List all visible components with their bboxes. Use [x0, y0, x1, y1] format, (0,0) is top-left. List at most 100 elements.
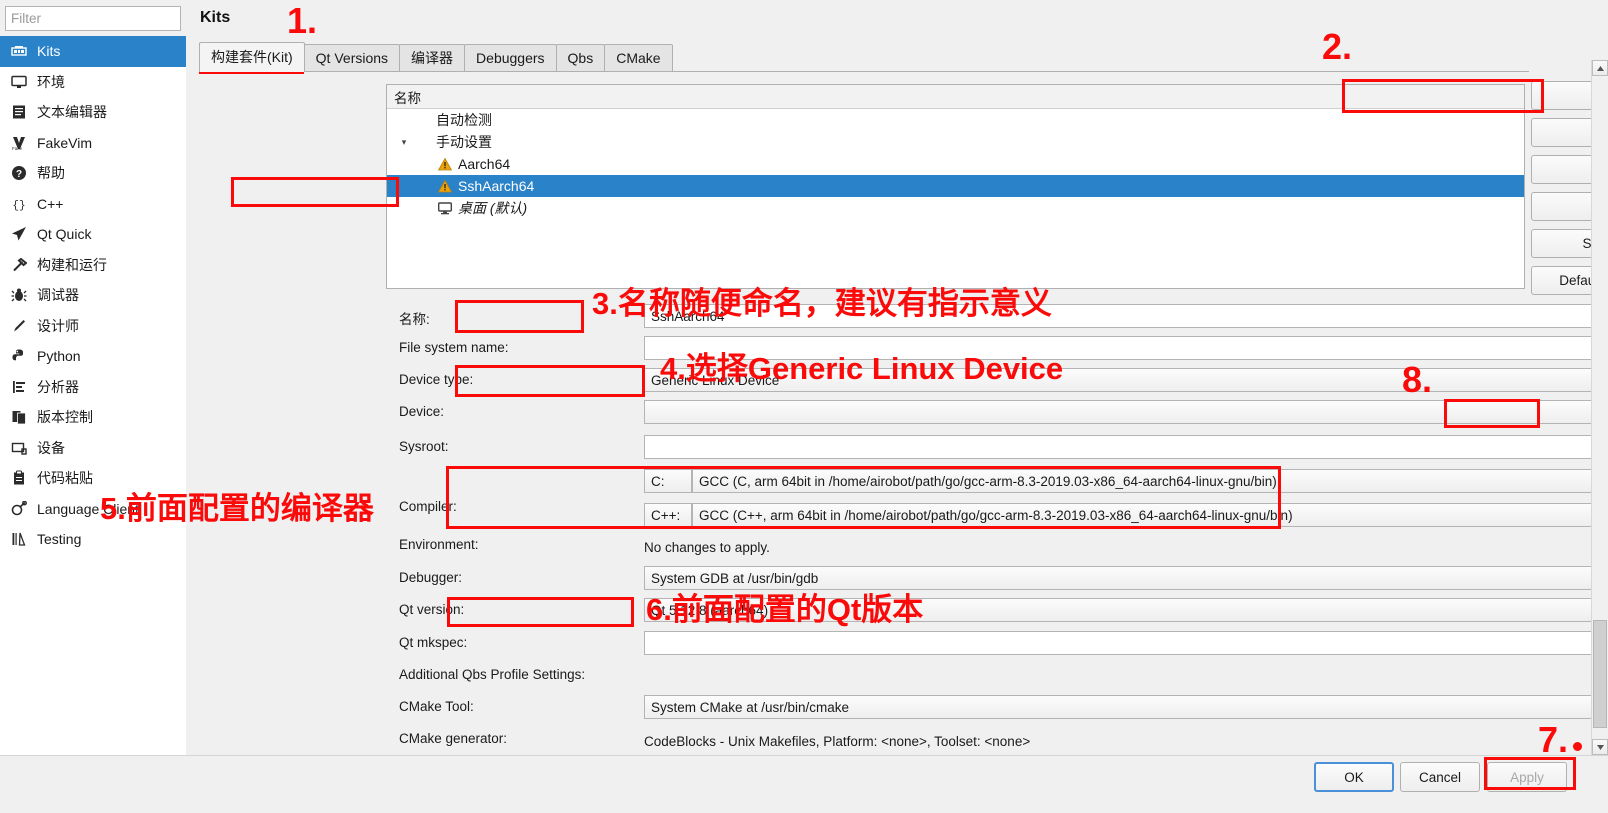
kits-settings-dialog: Kits 环境文本编辑器 Fake FakeVim ? 帮助 {} C++ Qt Quick 构建… — [0, 0, 1608, 813]
tree-expander[interactable]: ▾ — [395, 137, 413, 148]
debugger-combo[interactable]: System GDB at /usr/bin/gdb — [644, 566, 1608, 590]
tree-row[interactable]: Aarch64 — [387, 153, 1524, 175]
sidebar-item-label: FakeVim — [37, 134, 92, 151]
tree-row[interactable]: 桌面 (默认) — [387, 197, 1524, 219]
kits-tree[interactable]: 名称 自动检测 ▾ 手动设置 Aarch64 SshAarch64 桌面 (默认) — [386, 84, 1525, 289]
sidebar-item-[interactable]: 分析器 — [0, 372, 186, 403]
sidebar-item-[interactable]: 设计师 — [0, 311, 186, 342]
sidebar-item-[interactable]: 设备 — [0, 433, 186, 464]
analyzer-icon — [9, 377, 28, 396]
python-icon — [9, 347, 28, 366]
dialog-scrollbar[interactable] — [1591, 60, 1608, 755]
filter-row — [0, 0, 186, 36]
sidebar-item-python[interactable]: Python — [0, 341, 186, 372]
sidebar-item-label: 环境 — [37, 73, 65, 90]
svg-text:Fake: Fake — [12, 146, 23, 151]
annotation-dot-7 — [1573, 742, 1582, 751]
tab-1[interactable]: Qt Versions — [303, 44, 401, 72]
sidebar-item-label: 设备 — [37, 439, 65, 456]
clipboard-icon — [9, 469, 28, 488]
tab-underline — [199, 71, 1529, 72]
compiler-label: Compiler: — [399, 499, 457, 514]
tab-4[interactable]: Qbs — [555, 44, 606, 72]
sidebar-item-label: 文本编辑器 — [37, 104, 107, 121]
sidebar-item-testing[interactable]: Testing — [0, 524, 186, 555]
compiler-cpp-prefix: C++: — [644, 503, 692, 527]
qt-mkspec-label: Qt mkspec: — [399, 635, 468, 650]
cmake-generator-value: CodeBlocks - Unix Makefiles, Platform: <… — [644, 733, 1031, 749]
environment-value: No changes to apply. — [644, 539, 770, 555]
compiler-c-combo[interactable]: GCC (C, arm 64bit in /home/airobot/path/… — [692, 469, 1608, 493]
device-combo[interactable] — [644, 400, 1608, 424]
sidebar-item-kits[interactable]: Kits — [0, 36, 186, 67]
sidebar-item-c[interactable]: {} C++ — [0, 189, 186, 220]
sysroot-label: Sysroot: — [399, 439, 449, 454]
tree-body: 自动检测 ▾ 手动设置 Aarch64 SshAarch64 桌面 (默认) — [387, 109, 1524, 219]
text-editor-icon — [9, 103, 28, 122]
qt-mkspec-input[interactable] — [644, 631, 1608, 655]
compiler-cpp-combo[interactable]: GCC (C++, arm 64bit in /home/airobot/pat… — [692, 503, 1608, 527]
bug-icon — [9, 286, 28, 305]
scroll-up-arrow[interactable] — [1592, 60, 1608, 76]
sidebar-item-label: C++ — [37, 195, 64, 212]
sidebar-item-fakevim[interactable]: Fake FakeVim — [0, 128, 186, 159]
device-icon — [9, 438, 28, 457]
annotation-number-7: 7. — [1538, 719, 1569, 760]
qt-version-label: Qt version: — [399, 602, 465, 617]
sidebar-item-[interactable]: ? 帮助 — [0, 158, 186, 189]
annotation-text-4: 4.选择Generic Linux Device — [660, 351, 1064, 386]
tree-row-label: Aarch64 — [458, 156, 511, 172]
sidebar-item-label: Python — [37, 348, 81, 365]
annotation-number-8: 8. — [1402, 359, 1433, 400]
ok-button[interactable]: OK — [1314, 762, 1394, 792]
sidebar-item-qt-quick[interactable]: Qt Quick — [0, 219, 186, 250]
tab-3[interactable]: Debuggers — [464, 44, 557, 72]
tree-column-header: 名称 — [387, 85, 1524, 109]
sidebar-item-[interactable]: 调试器 — [0, 280, 186, 311]
cancel-button[interactable]: Cancel — [1400, 762, 1480, 792]
help-icon: ? — [9, 164, 28, 183]
sidebar-item-[interactable]: 环境 — [0, 67, 186, 98]
annotation-number-1: 1. — [287, 0, 318, 41]
qtquick-icon — [9, 225, 28, 244]
pen-icon — [9, 316, 28, 335]
sidebar-item-label: 版本控制 — [37, 409, 93, 426]
tab-0[interactable]: 构建套件(Kit) — [199, 42, 305, 72]
sidebar-item-label: 设计师 — [37, 317, 79, 334]
sidebar-item-[interactable]: 构建和运行 — [0, 250, 186, 281]
scroll-down-arrow[interactable] — [1592, 739, 1608, 755]
device-type-label: Device type: — [399, 372, 474, 387]
braces-icon: {} — [9, 194, 28, 213]
apply-button[interactable]: Apply — [1487, 762, 1567, 792]
tree-row[interactable]: SshAarch64 — [387, 175, 1524, 197]
sidebar-item-[interactable]: 版本控制 — [0, 402, 186, 433]
debugger-label: Debugger: — [399, 570, 463, 585]
compiler-c-prefix: C: — [644, 469, 692, 493]
tree-row[interactable]: ▾ 手动设置 — [387, 131, 1524, 153]
desktop-icon — [437, 201, 453, 215]
tab-5[interactable]: CMake — [604, 44, 673, 72]
sidebar-item-[interactable]: 代码粘贴 — [0, 463, 186, 494]
settings-sidebar: Kits 环境文本编辑器 Fake FakeVim ? 帮助 {} C++ Qt Quick 构建… — [0, 0, 186, 762]
device-label: Device: — [399, 404, 445, 419]
cmake-tool-combo[interactable]: System CMake at /usr/bin/cmake — [644, 695, 1608, 719]
annotation-text-3: 3.名称随便命名，建议有指示意义 — [592, 286, 1052, 321]
name-label: 名称: — [399, 312, 430, 327]
annotation-number-2: 2. — [1322, 26, 1353, 67]
filter-input[interactable] — [5, 6, 181, 31]
tree-row-label: 桌面 (默认) — [458, 200, 528, 216]
tab-2[interactable]: 编译器 — [399, 44, 466, 72]
kit-icon — [9, 42, 28, 61]
sidebar-item-label: Qt Quick — [37, 226, 92, 243]
tree-row[interactable]: 自动检测 — [387, 109, 1524, 131]
scrollbar-thumb[interactable] — [1593, 620, 1607, 728]
sidebar-item-[interactable]: 文本编辑器 — [0, 97, 186, 128]
tree-row-label: 自动检测 — [436, 112, 492, 128]
sidebar-item-label: 调试器 — [37, 287, 79, 304]
qbs-profile-label: Additional Qbs Profile Settings: — [399, 667, 586, 682]
sidebar-item-label: 代码粘贴 — [37, 470, 93, 487]
dialog-button-bar: OK Cancel Apply @机创视元 — [0, 755, 1608, 813]
page-title: Kits — [200, 9, 231, 26]
sysroot-input[interactable] — [644, 435, 1608, 459]
file-system-name-label: File system name: — [399, 340, 509, 355]
